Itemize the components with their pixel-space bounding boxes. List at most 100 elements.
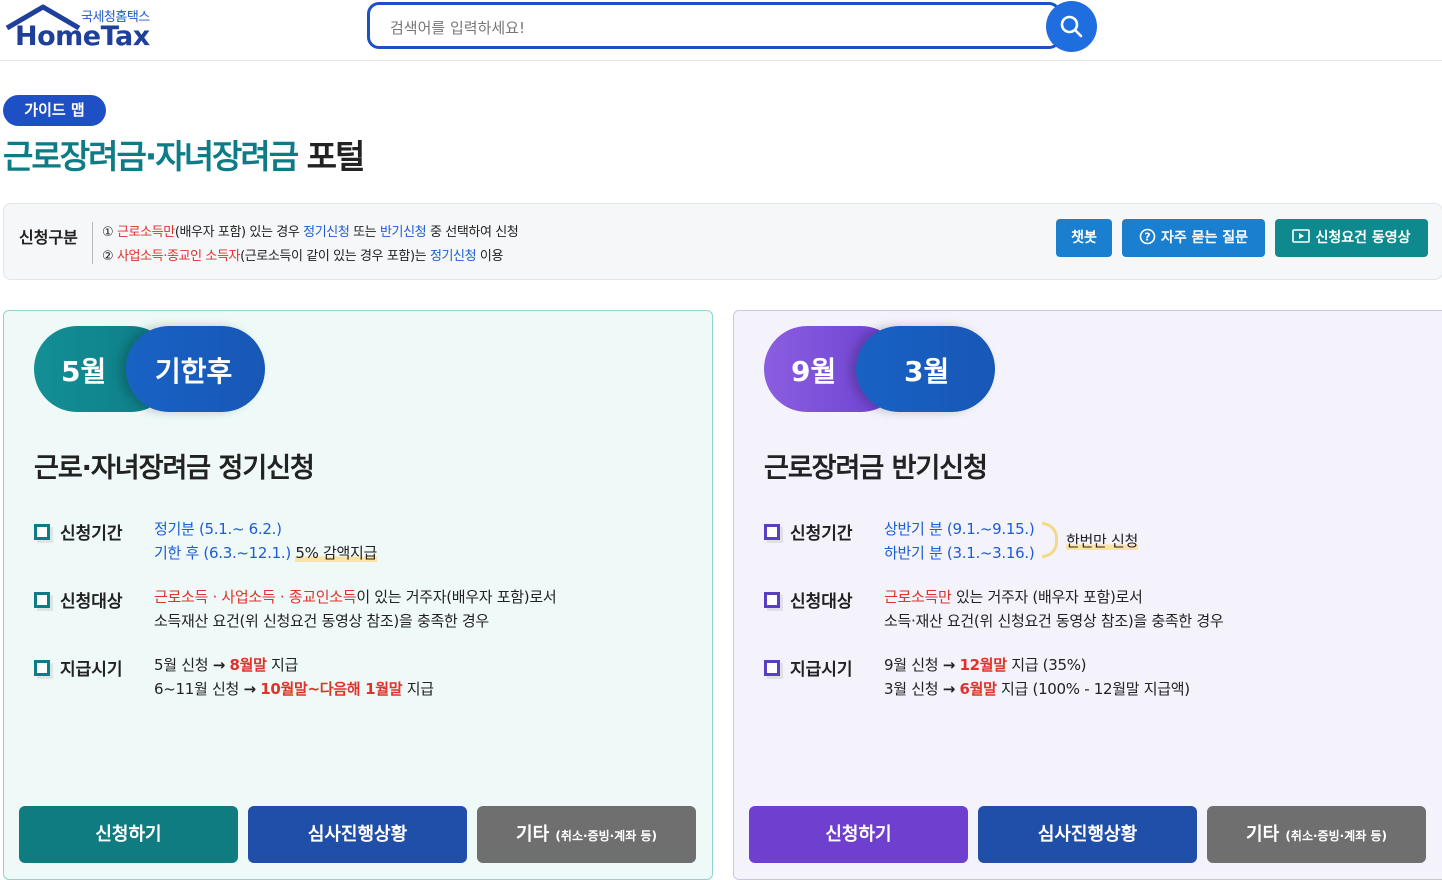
apply-button[interactable]: 신청하기 — [19, 806, 238, 863]
target-line-1: 근로소득 · 사업소득 · 종교인소득이 있는 거주자(배우자 포함)로서 — [154, 586, 557, 607]
chatbot-button[interactable]: 챗봇 — [1056, 219, 1112, 257]
notice-text: 또는 — [349, 225, 380, 240]
etc-label: 기타 — [516, 824, 550, 845]
target-income-types: 근로소득만 — [884, 588, 952, 606]
payment-line-1: 9월 신청 → 12월말 지급 (35%) — [884, 654, 1087, 675]
arrow-icon: → — [942, 680, 956, 698]
review-status-button[interactable]: 심사진행상황 — [248, 806, 467, 863]
payment-label: 지급시기 — [34, 655, 123, 680]
pill-after-deadline[interactable]: 기한후 — [126, 326, 265, 412]
notice-text: (배우자 포함) 있는 경우 — [174, 225, 304, 240]
target-label: 신청대상 — [34, 587, 123, 612]
payment-text: 6~11월 신청 — [154, 680, 239, 698]
arrow-icon: → — [942, 656, 956, 674]
pill-label: 9월 — [791, 355, 837, 388]
notice-highlight: 근로소득만 — [117, 225, 175, 240]
period-line-1: 상반기 분 (9.1.~9.15.) — [884, 518, 1035, 539]
payment-label: 지급시기 — [764, 655, 853, 680]
etc-button[interactable]: 기타 (취소·증빙·계좌 등) — [1207, 806, 1426, 863]
guide-map-badge[interactable]: 가이드 맵 — [3, 95, 106, 126]
svg-text:?: ? — [1144, 230, 1150, 243]
payment-text: 3월 신청 — [884, 680, 939, 698]
etc-label: 기타 — [1246, 824, 1280, 845]
checkbox-square-icon — [764, 660, 780, 676]
review-status-button[interactable]: 심사진행상황 — [978, 806, 1197, 863]
checkbox-square-icon — [764, 524, 780, 540]
apply-label: 신청하기 — [825, 824, 892, 845]
payment-text: 9월 신청 — [884, 656, 939, 674]
payment-line-1: 5월 신청 → 8월말 지급 — [154, 654, 298, 675]
notice-divider — [92, 222, 93, 264]
bracket-icon — [1042, 522, 1058, 558]
notice-label: 신청구분 — [19, 228, 78, 247]
period-label: 신청기간 — [34, 519, 123, 544]
payment-text: 5월 신청 — [154, 656, 209, 674]
label-text: 신청기간 — [60, 524, 123, 544]
notice-text: 중 선택하여 신청 — [426, 225, 519, 240]
notice-highlight: 반기신청 — [379, 225, 427, 240]
notice-number: ② — [102, 249, 114, 264]
notice-text: 이용 — [476, 249, 504, 264]
period-label: 신청기간 — [764, 519, 853, 544]
faq-button[interactable]: ? 자주 묻는 질문 — [1122, 219, 1265, 257]
card-title: 근로·자녀장려금 정기신청 — [34, 453, 315, 484]
logo-text: HomeTax — [15, 21, 150, 52]
target-line-2: 소득재산 요건(위 신청요건 동영상 참조)을 충족한 경우 — [154, 612, 489, 630]
notice-highlight: 정기신청 — [429, 249, 477, 264]
label-text: 지급시기 — [790, 660, 853, 680]
semiannual-application-card: 9월 3월 근로장려금 반기신청 신청기간 상반기 분 (9.1.~9.15.)… — [733, 310, 1442, 880]
pill-label: 5월 — [61, 355, 107, 388]
apply-label: 신청하기 — [95, 824, 162, 845]
target-line-2: 소득·재산 요건(위 신청요건 동영상 참조)을 충족한 경우 — [884, 612, 1224, 630]
chatbot-label: 챗봇 — [1071, 230, 1097, 246]
label-text: 신청대상 — [60, 592, 123, 612]
pill-label: 3월 — [904, 355, 950, 388]
etc-button[interactable]: 기타 (취소·증빙·계좌 등) — [477, 806, 696, 863]
payment-line-2: 6~11월 신청 → 10월말~다음해 1월말 지급 — [154, 678, 434, 699]
search-button[interactable] — [1046, 1, 1097, 52]
target-text: 이 있는 거주자(배우자 포함)로서 — [356, 588, 557, 606]
play-icon — [1292, 229, 1311, 243]
search-input[interactable]: 검색어를 입력하세요! — [367, 2, 1061, 49]
page-title: 근로장려금·자녀장려금 포털 — [3, 130, 365, 178]
payment-date: 12월말 — [959, 656, 1007, 674]
payment-date: 8월말 — [229, 656, 267, 674]
period-late: 기한 후 (6.3.~12.1.) — [154, 544, 291, 562]
period-line-1: 정기분 (5.1.~ 6.2.) — [154, 518, 282, 539]
period-pill: 9월 3월 — [764, 326, 995, 412]
notice-text: (근로소득이 같이 있는 경우 포함)는 — [240, 249, 430, 264]
period-line-2: 기한 후 (6.3.~12.1.) 5% 감액지급 — [154, 542, 377, 563]
checkbox-square-icon — [34, 592, 50, 608]
target-line-1: 근로소득만 있는 거주자 (배우자 포함)로서 — [884, 586, 1143, 607]
notice-highlight: 사업소득·종교인 소득자 — [117, 249, 241, 264]
arrow-icon: → — [212, 656, 226, 674]
status-label: 심사진행상황 — [307, 824, 408, 845]
payment-text: 지급 (100% - 12월말 지급액) — [1001, 680, 1190, 698]
label-text: 신청대상 — [790, 592, 853, 612]
requirement-video-button[interactable]: 신청요건 동영상 — [1275, 219, 1428, 257]
target-income-types: 근로소득 · 사업소득 · 종교인소득 — [154, 588, 357, 606]
target-text: 있는 거주자 (배우자 포함)로서 — [951, 588, 1143, 606]
target-label: 신청대상 — [764, 587, 853, 612]
question-icon: ? — [1139, 228, 1156, 244]
pill-march[interactable]: 3월 — [856, 326, 995, 412]
reduction-note: 5% 감액지급 — [295, 544, 378, 562]
page-title-main: 근로장려금·자녀장려금 — [3, 137, 299, 176]
application-type-notice: 신청구분 ① 근로소득만(배우자 포함) 있는 경우 정기신청 또는 반기신청 … — [3, 203, 1442, 280]
hometax-logo[interactable]: 국세청홈택스 HomeTax — [3, 2, 153, 54]
period-regular: 정기분 (5.1.~ 6.2.) — [154, 520, 282, 538]
period-pill: 5월 기한후 — [34, 326, 265, 412]
apply-button[interactable]: 신청하기 — [749, 806, 968, 863]
payment-text: 지급 (35%) — [1011, 656, 1087, 674]
notice-highlight: 정기신청 — [303, 225, 350, 240]
payment-text: 지급 — [406, 680, 434, 698]
notice-line-1: ① 근로소득만(배우자 포함) 있는 경우 정기신청 또는 반기신청 중 선택하… — [102, 221, 519, 240]
search-placeholder: 검색어를 입력하세요! — [390, 19, 525, 37]
label-text: 신청기간 — [790, 524, 853, 544]
payment-date: 6월말 — [959, 680, 997, 698]
period-first-half: 상반기 분 (9.1.~9.15.) — [884, 520, 1035, 538]
notice-line-2: ② 사업소득·종교인 소득자(근로소득이 같이 있는 경우 포함)는 정기신청 … — [102, 245, 503, 264]
label-text: 지급시기 — [60, 660, 123, 680]
once-only-text: 한번만 신청 — [1066, 532, 1138, 550]
once-only-note: 한번만 신청 — [1066, 530, 1138, 551]
